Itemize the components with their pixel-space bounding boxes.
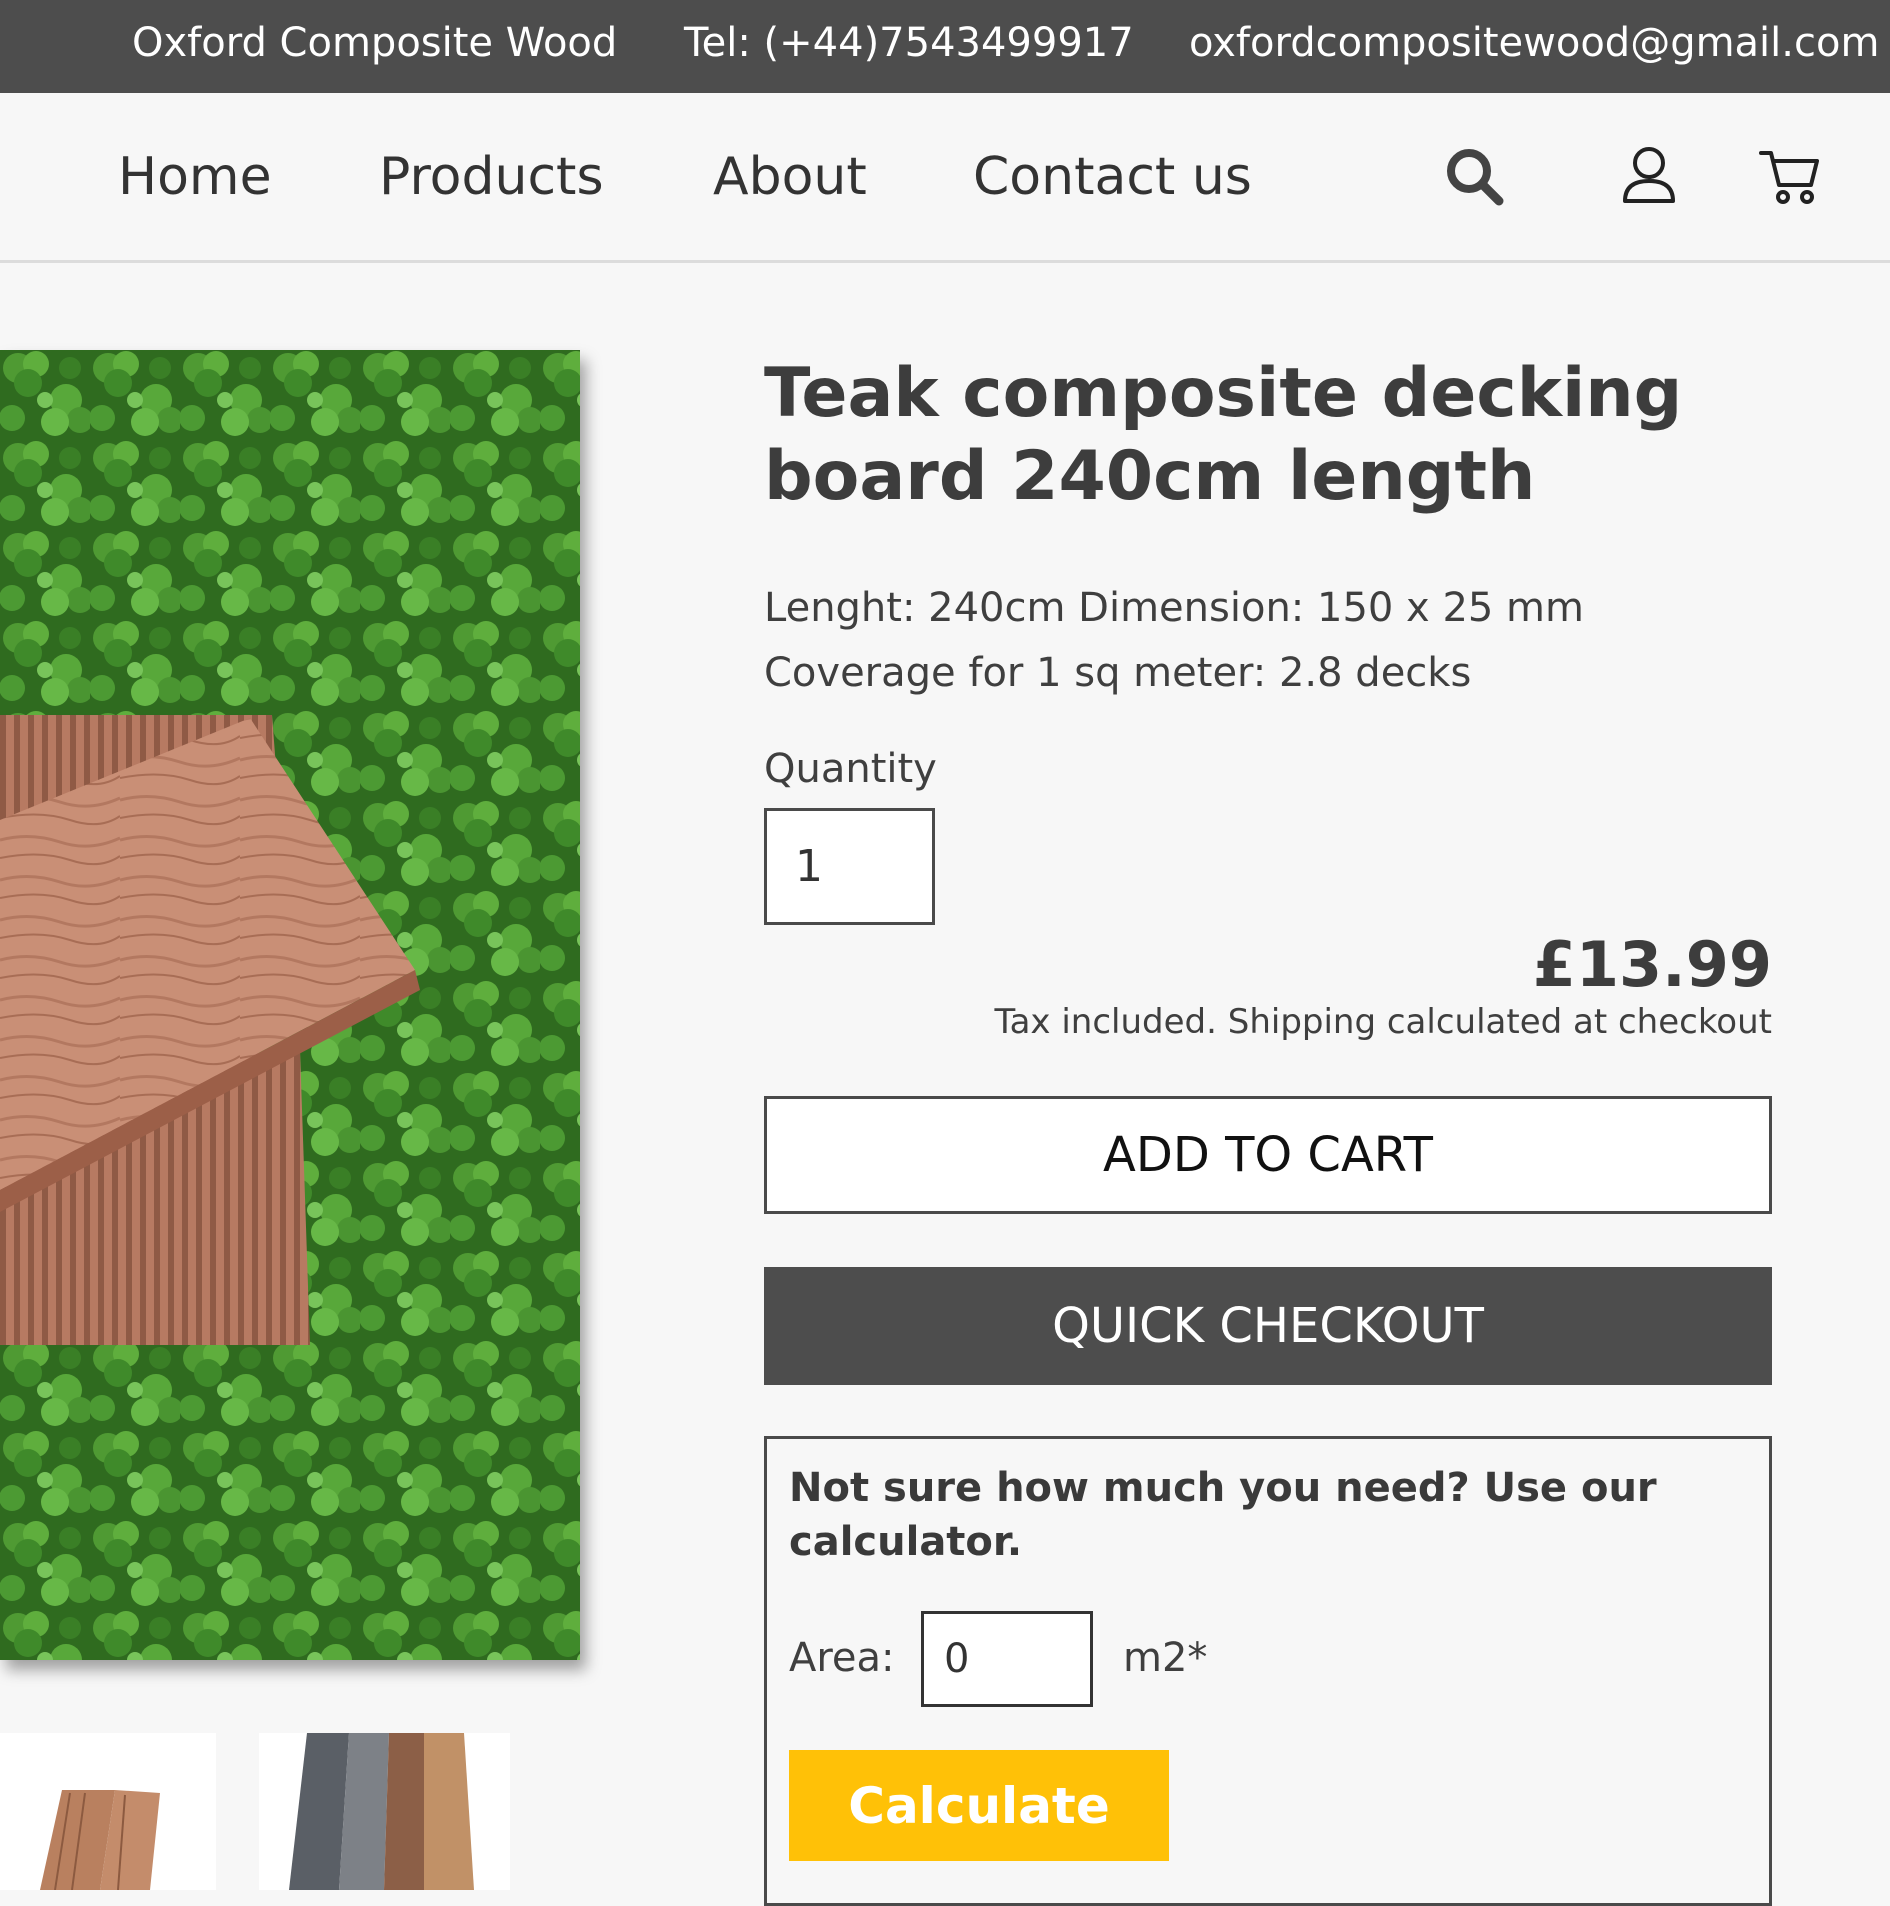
top-info-bar: Oxford Composite Wood Tel: (+44)75434999… — [0, 0, 1890, 93]
nav-contact-us[interactable]: Contact us — [973, 147, 1252, 207]
area-label: Area: — [789, 1635, 895, 1681]
quick-checkout-button[interactable]: QUICK CHECKOUT — [764, 1267, 1772, 1385]
area-input[interactable] — [921, 1611, 1093, 1707]
user-icon[interactable] — [1617, 143, 1681, 207]
product-thumbnail[interactable] — [0, 1733, 216, 1890]
nav-home[interactable]: Home — [118, 147, 272, 207]
tax-shipping-note: Tax included. Shipping calculated at che… — [994, 1002, 1772, 1042]
search-icon[interactable] — [1443, 145, 1507, 209]
calculator-heading: Not sure how much you need? Use our calc… — [789, 1465, 1657, 1565]
quantity-label: Quantity — [764, 746, 937, 792]
quantity-input[interactable] — [764, 808, 935, 925]
product-specs: Lenght: 240cm Dimension: 150 x 25 mm Cov… — [764, 576, 1784, 706]
product-thumbnail[interactable] — [259, 1733, 510, 1890]
spec-coverage: Coverage for 1 sq meter: 2.8 decks — [764, 650, 1472, 696]
area-unit: m2* — [1123, 1635, 1208, 1681]
nav-products[interactable]: Products — [379, 147, 604, 207]
product-title: Teak composite decking board 240cm lengt… — [764, 354, 1683, 516]
calculate-button[interactable]: Calculate — [789, 1750, 1169, 1861]
brand-name: Oxford Composite Wood — [132, 20, 618, 66]
product-main-image[interactable] — [0, 350, 580, 1660]
main-navigation: Home Products About Contact us — [0, 93, 1890, 263]
cart-icon[interactable] — [1757, 145, 1821, 209]
spec-dimensions: Lenght: 240cm Dimension: 150 x 25 mm — [764, 585, 1584, 631]
email-address[interactable]: oxfordcompositewood@gmail.com — [1189, 20, 1879, 66]
product-price: £13.99 — [1532, 928, 1772, 1001]
phone-number[interactable]: Tel: (+44)7543499917 — [684, 20, 1134, 66]
add-to-cart-button[interactable]: ADD TO CART — [764, 1096, 1772, 1214]
area-calculator: Not sure how much you need? Use our calc… — [764, 1436, 1772, 1906]
nav-about[interactable]: About — [713, 147, 867, 207]
